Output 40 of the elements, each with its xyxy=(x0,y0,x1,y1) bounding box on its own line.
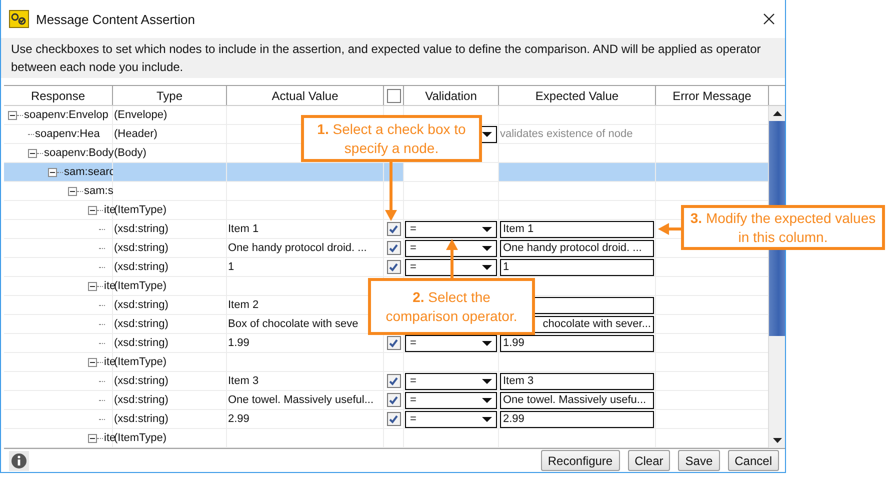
node-type: (xsd:string) xyxy=(114,242,168,254)
node-type: (Header) xyxy=(114,128,158,140)
node-type: (ItemType) xyxy=(114,280,167,292)
actual-value: Item 1 xyxy=(228,223,259,235)
node-type: (xsd:string) xyxy=(114,394,168,406)
node-type: (Envelope) xyxy=(114,109,168,121)
node-type: (ItemType) xyxy=(114,356,167,368)
node-type: (xsd:string) xyxy=(114,413,168,425)
node-name: ite xyxy=(104,432,116,444)
actual-value: Box of chocolate with seve xyxy=(228,318,358,330)
node-type: (xsd:string) xyxy=(114,223,168,235)
actual-value: Item 3 xyxy=(228,375,259,387)
node-type: (ItemType) xyxy=(114,432,167,444)
node-name: soapenv:Body xyxy=(44,147,114,159)
node-name: soapenv:Hea xyxy=(35,128,100,140)
node-type: (Body) xyxy=(114,147,146,159)
node-type: (xsd:string) xyxy=(114,375,168,387)
instructions-text: Use checkboxes to set which nodes to include in the assertion, and expected value to define the comparison. AND will be applied as operator between each node you include. xyxy=(11,41,762,76)
callout-tooltip: 2. Select the comparison operator. xyxy=(368,278,535,335)
node-name: sam:s xyxy=(84,185,114,197)
node-name: sam:searc xyxy=(64,166,115,178)
actual-value: 1.99 xyxy=(228,337,250,349)
actual-value: One towel. Massively useful... xyxy=(228,394,374,406)
node-type: (xsd:string) xyxy=(114,318,168,330)
callout-tooltip: 1. Select a check box to specify a node. xyxy=(301,115,482,162)
node-type: (xsd:string) xyxy=(114,337,168,349)
actual-value: 2.99 xyxy=(228,413,250,425)
node-type: (ItemType) xyxy=(114,204,167,216)
expected-value-hint: validates existence of node xyxy=(500,128,633,140)
node-name: ite xyxy=(104,280,116,292)
node-name: ite xyxy=(104,204,116,216)
window-title: Message Content Assertion xyxy=(36,12,196,26)
node-type: (xsd:string) xyxy=(114,261,168,273)
node-name: ite xyxy=(104,356,116,368)
node-name: soapenv:Envelop xyxy=(24,109,108,121)
actual-value: One handy protocol droid. ... xyxy=(228,242,367,254)
node-type: (xsd:string) xyxy=(114,299,168,311)
actual-value: Item 2 xyxy=(228,299,259,311)
callout-tooltip: 3. Modify the expected values in this column. xyxy=(681,205,885,250)
actual-value: 1 xyxy=(228,261,234,273)
